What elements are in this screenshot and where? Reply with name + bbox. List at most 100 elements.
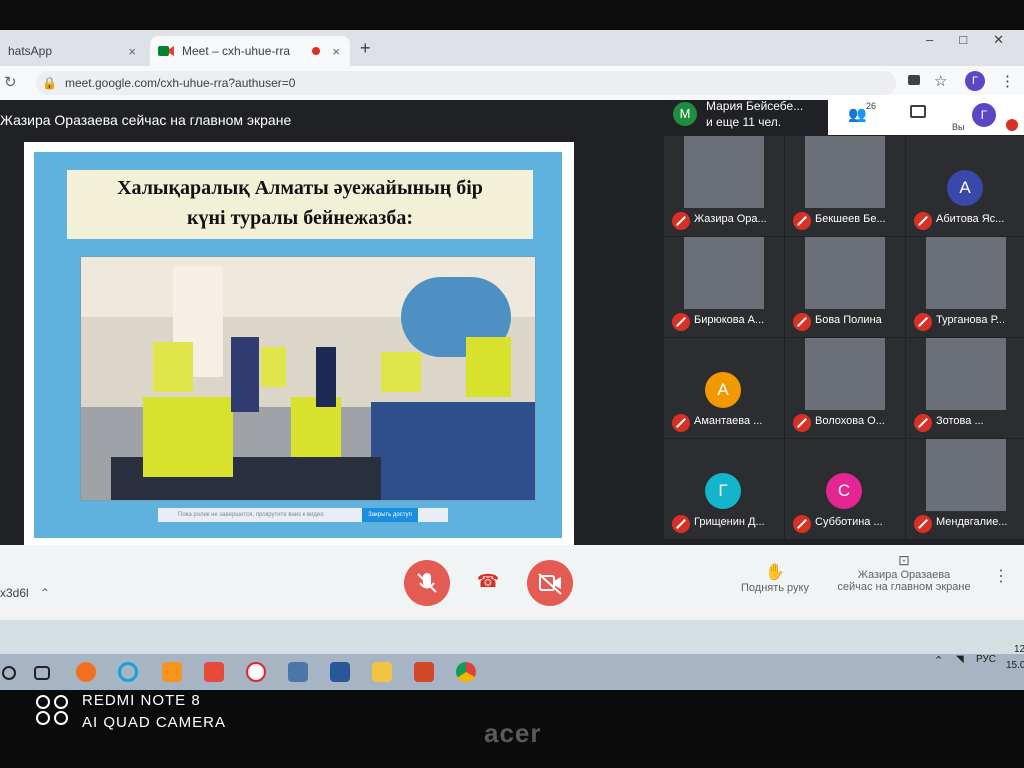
slide-title: Халықаралық Алматы әуежайының бір күні т… — [67, 170, 533, 239]
presenting-status-line1: Жазира Оразаева — [857, 569, 951, 581]
powerpoint-icon[interactable] — [414, 662, 434, 682]
laptop-brand-logo: acer — [484, 718, 542, 748]
reload-icon[interactable]: ↻ — [4, 73, 17, 91]
profile-avatar[interactable]: Г — [965, 71, 985, 91]
tab-whatsapp[interactable]: hatsApp × — [0, 36, 146, 66]
lock-icon: 🔒 — [42, 76, 57, 90]
mic-off-icon — [914, 313, 932, 331]
you-label: Вы — [952, 122, 965, 132]
meeting-code-text: x3d6l — [0, 586, 29, 600]
participant-video — [805, 237, 885, 309]
participant-name: Абитова Яс... — [936, 213, 1005, 225]
mic-off-icon — [793, 414, 811, 432]
search-icon[interactable] — [2, 666, 16, 680]
camera-toggle-button[interactable] — [527, 560, 573, 606]
yandex-browser-icon[interactable] — [246, 662, 266, 682]
participant-video — [684, 136, 764, 208]
browser-menu-icon[interactable]: ⋮ — [1000, 72, 1015, 90]
mic-off-icon — [914, 414, 932, 432]
participant-tile[interactable]: Жазира Ора... — [664, 136, 784, 236]
file-explorer-icon[interactable] — [372, 662, 392, 682]
participant-tile[interactable]: Г Грищенин Д... — [664, 439, 784, 539]
participant-name: Бирюкова А... — [694, 314, 765, 326]
participant-tile[interactable]: Бекшеев Бе... — [785, 136, 905, 236]
url-field[interactable]: 🔒 meet.google.com/cxh-uhue-rra?authuser=0 — [36, 71, 896, 95]
presenting-banner: Жазира Оразаева сейчас на главном экране — [0, 112, 292, 128]
wifi-icon[interactable]: ◥ — [956, 654, 964, 665]
people-count: 26 — [866, 101, 877, 111]
mic-off-icon — [672, 212, 690, 230]
bookmark-star-icon[interactable]: ☆ — [934, 72, 947, 90]
meeting-code[interactable]: x3d6l ⌃ — [0, 586, 50, 600]
camera-indicator-icon[interactable] — [908, 75, 920, 85]
avatar: С — [826, 473, 862, 509]
odnoklassniki-icon[interactable] — [162, 662, 182, 682]
microphone-toggle-button[interactable] — [404, 560, 450, 606]
participant-name: Грищенин Д... — [694, 516, 765, 528]
chat-icon[interactable] — [910, 105, 926, 118]
chrome-icon[interactable] — [456, 662, 476, 682]
chevron-up-icon[interactable]: ⌃ — [40, 586, 50, 600]
close-window-button[interactable]: ✕ — [993, 32, 1004, 48]
people-icon[interactable]: 👥 — [848, 105, 867, 123]
participant-video — [805, 136, 885, 208]
task-view-icon[interactable] — [34, 666, 50, 680]
participant-name: Субботина ... — [815, 516, 883, 528]
mic-off-icon — [672, 313, 690, 331]
hand-icon: ✋ — [765, 564, 785, 581]
tab-strip: hatsApp × Meet – cxh-uhue-rra × — [0, 30, 1024, 66]
presenting-status-button[interactable]: ⊡ Жазира Оразаева сейчас на главном экра… — [834, 552, 974, 593]
slide-title-line2: күні туралы бейнежазба: — [186, 207, 414, 229]
participant-tile[interactable]: А Абитова Яс... — [906, 136, 1024, 236]
minimize-button[interactable]: – — [926, 32, 933, 48]
avatar: М — [673, 102, 697, 126]
mic-off-icon — [914, 515, 932, 533]
tab-meet[interactable]: Meet – cxh-uhue-rra × — [150, 36, 350, 66]
presenting-status-line2: сейчас на главном экране — [837, 581, 971, 593]
participant-tile[interactable]: Бирюкова А... — [664, 237, 784, 337]
participant-name: Жазира Ора... — [694, 213, 767, 225]
participant-tile[interactable]: Волохова О... — [785, 338, 905, 438]
edge-icon[interactable] — [76, 662, 96, 682]
close-icon[interactable]: × — [128, 44, 136, 59]
new-tab-button[interactable]: + — [360, 38, 371, 59]
tab-whatsapp-label: hatsApp — [8, 44, 53, 58]
participants-summary-line1: Мария Бейсебе... — [706, 99, 804, 113]
participant-name: Зотова ... — [936, 415, 984, 427]
clock-date: 15.0 — [1006, 660, 1024, 671]
window-controls: – □ ✕ — [926, 32, 1004, 48]
stop-sharing-button[interactable]: Закрыть доступ — [362, 508, 418, 522]
camera-watermark: REDMI NOTE 8 AI QUAD CAMERA — [82, 690, 226, 734]
raise-hand-label: Поднять руку — [741, 582, 809, 594]
camera-watermark-line2: AI QUAD CAMERA — [82, 714, 227, 731]
camera-off-icon — [538, 573, 562, 595]
more-options-button[interactable]: ⋮ — [993, 566, 1009, 586]
close-icon[interactable]: × — [332, 44, 340, 59]
mic-off-icon — [793, 515, 811, 533]
participant-video — [926, 439, 1006, 511]
hang-up-button[interactable]: ☎ — [471, 571, 505, 591]
avatar: Г — [705, 473, 741, 509]
participant-tile[interactable]: Бова Полина — [785, 237, 905, 337]
chevron-up-icon[interactable]: ⌃ — [934, 654, 943, 667]
yandex-icon[interactable] — [204, 662, 224, 682]
self-avatar: Г — [972, 103, 996, 127]
participant-tile[interactable]: Зотова ... — [906, 338, 1024, 438]
word-icon[interactable] — [330, 662, 350, 682]
participants-summary[interactable]: Мария Бейсебе... и еще 11 чел. — [706, 98, 803, 130]
participant-name: Турганова Р... — [936, 314, 1005, 326]
participant-name: Волохова О... — [815, 415, 885, 427]
participant-tile[interactable]: Турганова Р... — [906, 237, 1024, 337]
participant-tile[interactable]: Мендвгалие... — [906, 439, 1024, 539]
url-text: meet.google.com/cxh-uhue-rra?authuser=0 — [64, 76, 296, 90]
participant-video — [926, 338, 1006, 410]
camera-watermark-line1: REDMI NOTE 8 — [82, 692, 201, 709]
participant-tile[interactable]: С Субботина ... — [785, 439, 905, 539]
network-app-icon[interactable] — [118, 662, 138, 682]
maximize-button[interactable]: □ — [959, 32, 967, 48]
raise-hand-button[interactable]: ✋ Поднять руку — [730, 562, 820, 594]
participant-tile[interactable]: А Амантаева ... — [664, 338, 784, 438]
language-indicator[interactable]: РУС — [976, 654, 996, 665]
vk-icon[interactable] — [288, 662, 308, 682]
clock-time[interactable]: 12 — [1014, 644, 1024, 655]
